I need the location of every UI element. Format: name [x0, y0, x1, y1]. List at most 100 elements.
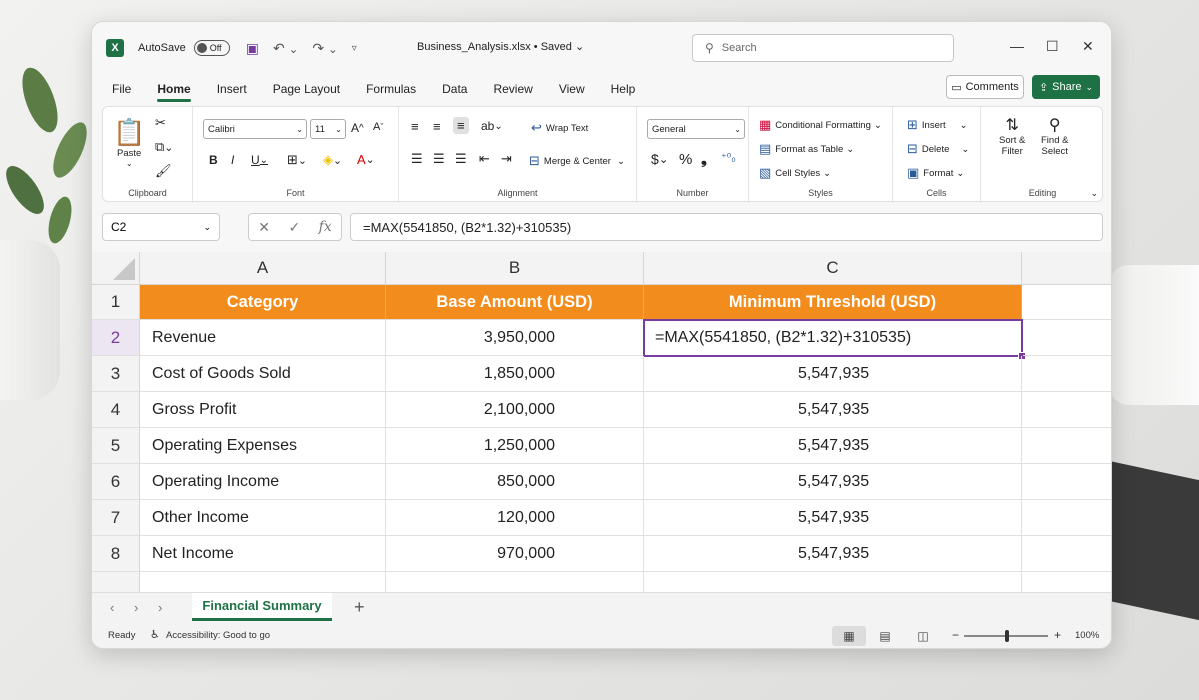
formula-input[interactable]: =MAX(5541850, (B2*1.32)+310535)	[350, 213, 1103, 241]
chevron-left-icon[interactable]: ‹	[110, 600, 114, 615]
row-header-5[interactable]: 5	[92, 428, 140, 464]
empty-cell[interactable]	[644, 572, 1022, 592]
maximize-icon[interactable]: ☐	[1046, 38, 1059, 55]
empty-cell[interactable]	[1022, 356, 1111, 392]
tab-page-layout[interactable]: Page Layout	[273, 74, 340, 104]
tab-file[interactable]: File	[112, 74, 131, 104]
tab-insert[interactable]: Insert	[217, 74, 247, 104]
font-name-select[interactable]: Calibri ⌄	[203, 119, 307, 139]
tab-home[interactable]: Home	[157, 74, 192, 104]
font-color-icon[interactable]: A ⌄	[357, 152, 375, 167]
chevron-right-icon[interactable]: ›	[158, 600, 162, 615]
undo-icon[interactable]: ↶ ⌄	[273, 40, 298, 57]
table-cell[interactable]: 850,000	[386, 464, 644, 500]
bold-icon[interactable]: B	[209, 153, 218, 167]
empty-cell[interactable]	[1022, 536, 1111, 572]
sheet-tab-financial-summary[interactable]: Financial Summary	[192, 593, 332, 621]
chevron-right-icon[interactable]: ›	[134, 600, 138, 615]
empty-cell[interactable]	[1022, 464, 1111, 500]
table-cell[interactable]: 5,547,935	[644, 464, 1022, 500]
paste-button[interactable]: 📋 Paste ⌄	[113, 117, 145, 168]
table-cell[interactable]: 5,547,935	[644, 428, 1022, 464]
decimal-icon[interactable]: ⁺⁰₀	[721, 151, 736, 164]
table-cell[interactable]: Net Income	[140, 536, 386, 572]
zoom-out-icon[interactable]: −	[952, 628, 959, 642]
find-select-button[interactable]: ⚲ Find & Select	[1041, 115, 1068, 157]
column-header-c[interactable]: C	[644, 252, 1022, 285]
zoom-level[interactable]: 100%	[1075, 630, 1099, 641]
header-cell-minimum-threshold[interactable]: Minimum Threshold (USD)	[644, 285, 1022, 320]
row-header-7[interactable]: 7	[92, 500, 140, 536]
header-cell-base-amount[interactable]: Base Amount (USD)	[386, 285, 644, 320]
page-layout-view-icon[interactable]: ▤	[868, 626, 902, 646]
enter-icon[interactable]: ✓	[288, 219, 300, 236]
document-title[interactable]: Business_Analysis.xlsx • Saved ⌄	[417, 40, 584, 53]
font-size-select[interactable]: 11 ⌄	[310, 119, 346, 139]
orientation-icon[interactable]: ab ⌄	[481, 119, 503, 133]
wrap-text-button[interactable]: ↩ Wrap Text	[531, 120, 588, 136]
comma-style-icon[interactable]: ❟	[701, 151, 707, 168]
search-input[interactable]: ⚲ Search	[692, 34, 954, 62]
name-box[interactable]: C2 ⌄	[102, 213, 220, 241]
empty-cell[interactable]	[1022, 392, 1111, 428]
table-cell[interactable]: 1,850,000	[386, 356, 644, 392]
empty-cell[interactable]	[1022, 428, 1111, 464]
cell-styles-button[interactable]: ▧ Cell Styles ⌄	[759, 165, 831, 181]
minimize-icon[interactable]: —	[1010, 38, 1024, 54]
align-left-icon[interactable]: ☰	[411, 151, 423, 167]
header-cell-category[interactable]: Category	[140, 285, 386, 320]
increase-indent-icon[interactable]: ⇥	[501, 151, 512, 167]
borders-icon[interactable]: ⊞ ⌄	[287, 152, 307, 168]
merge-center-button[interactable]: ⊟ Merge & Center ⌄	[529, 153, 625, 169]
table-cell[interactable]: 5,547,935	[644, 536, 1022, 572]
cut-icon[interactable]: ✂	[155, 115, 166, 131]
accessibility-status[interactable]: Accessibility: Good to go	[166, 630, 270, 641]
empty-cell[interactable]	[1023, 320, 1111, 356]
row-header-2[interactable]: 2	[92, 320, 140, 356]
column-header-b[interactable]: B	[386, 252, 644, 285]
table-cell[interactable]: 970,000	[386, 536, 644, 572]
tab-view[interactable]: View	[559, 74, 585, 104]
increase-font-icon[interactable]: A ^	[351, 121, 364, 135]
tab-data[interactable]: Data	[442, 74, 467, 104]
table-cell[interactable]: Cost of Goods Sold	[140, 356, 386, 392]
percent-icon[interactable]: %	[679, 151, 692, 168]
table-cell[interactable]: 120,000	[386, 500, 644, 536]
format-painter-icon[interactable]: 🖌	[155, 163, 172, 179]
align-top-icon[interactable]: ≡	[411, 119, 419, 134]
table-cell[interactable]: Other Income	[140, 500, 386, 536]
format-cells-button[interactable]: ▣ Format ⌄	[907, 165, 964, 181]
column-header-d[interactable]	[1022, 252, 1111, 285]
redo-icon[interactable]: ↷ ⌄	[312, 40, 337, 57]
row-header-1[interactable]: 1	[92, 285, 140, 320]
align-bottom-icon[interactable]: ≡	[453, 117, 469, 134]
table-cell[interactable]: Revenue	[140, 320, 386, 356]
italic-icon[interactable]: I	[231, 153, 234, 167]
table-cell[interactable]: 1,250,000	[386, 428, 644, 464]
select-all-corner[interactable]	[92, 252, 140, 285]
table-cell[interactable]: 5,547,935	[644, 500, 1022, 536]
table-cell[interactable]: Operating Expenses	[140, 428, 386, 464]
row-header-4[interactable]: 4	[92, 392, 140, 428]
currency-icon[interactable]: $ ⌄	[651, 151, 669, 167]
underline-icon[interactable]: U ⌄	[251, 153, 268, 167]
table-cell[interactable]: Operating Income	[140, 464, 386, 500]
close-icon[interactable]: ✕	[1082, 38, 1094, 55]
active-cell-c2[interactable]: =MAX(5541850, (B2*1.32)+310535)	[643, 319, 1023, 357]
copy-icon[interactable]: ⧉ ⌄	[155, 139, 173, 155]
table-cell[interactable]: 5,547,935	[644, 356, 1022, 392]
row-header-6[interactable]: 6	[92, 464, 140, 500]
zoom-slider-thumb[interactable]	[1005, 630, 1009, 642]
tab-review[interactable]: Review	[493, 74, 532, 104]
sort-filter-button[interactable]: ⇅ Sort & Filter	[999, 115, 1025, 157]
insert-cells-button[interactable]: ⊞ Insert ⌄	[907, 117, 968, 133]
table-cell[interactable]: Gross Profit	[140, 392, 386, 428]
row-header-9[interactable]	[92, 572, 140, 592]
share-button[interactable]: ⇪ Share ⌄	[1032, 75, 1100, 99]
autosave-toggle[interactable]: Off	[193, 40, 230, 56]
empty-cell[interactable]	[1022, 285, 1111, 320]
table-cell[interactable]: 2,100,000	[386, 392, 644, 428]
page-break-view-icon[interactable]: ◫	[906, 626, 940, 646]
zoom-in-icon[interactable]: +	[1054, 628, 1061, 642]
empty-cell[interactable]	[386, 572, 644, 592]
